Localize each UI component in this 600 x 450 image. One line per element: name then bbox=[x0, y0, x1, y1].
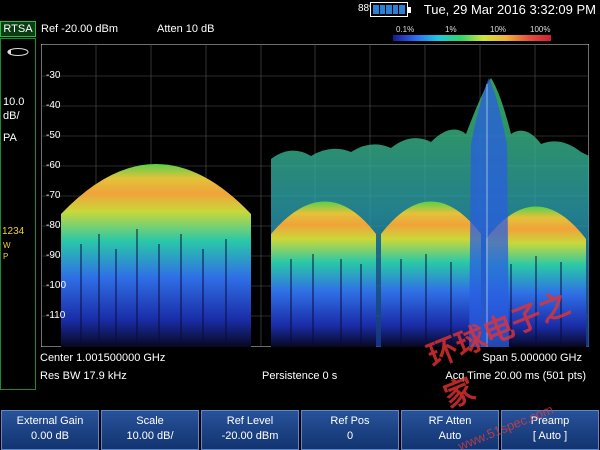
softkey-value: 0 bbox=[346, 430, 354, 442]
scale-value: 10.0 bbox=[3, 96, 25, 108]
softkey-title: Scale bbox=[136, 415, 164, 427]
softkey-title: RF Atten bbox=[428, 415, 472, 427]
trace-list: 1234 bbox=[2, 226, 25, 237]
legend-label: 100% bbox=[530, 25, 551, 34]
legend-label: 1% bbox=[445, 25, 457, 34]
left-panel: 10.0 dB/ PA 1234 W P bbox=[0, 38, 36, 390]
softkey-title: Ref Pos bbox=[330, 415, 370, 427]
res-bw-readout: Res BW 17.9 kHz bbox=[40, 370, 127, 382]
y-tick-label: -30 bbox=[46, 70, 61, 81]
status-bar: 88% Tue, 29 Mar 2016 3:32:09 PM bbox=[0, 0, 600, 20]
battery-icon bbox=[370, 2, 411, 17]
mode-tab[interactable]: RTSA bbox=[0, 21, 36, 37]
atten-readout: Atten 10 dB bbox=[157, 23, 215, 35]
y-tick-label: -110 bbox=[46, 310, 66, 321]
detector-label: PA bbox=[3, 132, 17, 144]
y-tick-label: -40 bbox=[46, 100, 61, 111]
datetime: Tue, 29 Mar 2016 3:32:09 PM bbox=[423, 2, 596, 17]
ref-level-readout: Ref -20.00 dBm bbox=[41, 23, 119, 35]
center-frequency: Center 1.001500000 GHz bbox=[40, 352, 166, 364]
softkey-title: External Gain bbox=[16, 415, 84, 427]
persistence-color-bar bbox=[393, 35, 551, 41]
main-lobe-2 bbox=[271, 201, 376, 347]
softkey-ref-level[interactable]: Ref Level -20.00 dBm bbox=[201, 410, 299, 450]
softkey-value: [ Auto ] bbox=[532, 430, 568, 442]
y-tick-label: -70 bbox=[46, 190, 61, 201]
y-tick-label: -60 bbox=[46, 160, 61, 171]
softkey-title: Ref Level bbox=[226, 415, 274, 427]
y-tick-label: -50 bbox=[46, 130, 61, 141]
persistence-readout: Persistence 0 s bbox=[262, 370, 338, 382]
softkey-ref-pos[interactable]: Ref Pos 0 bbox=[301, 410, 399, 450]
y-tick-label: -90 bbox=[46, 250, 61, 261]
trace-mode-line1: W bbox=[3, 241, 11, 250]
legend-label: 0.1% bbox=[396, 25, 415, 34]
softkey-value: 10.00 dB/ bbox=[126, 430, 174, 442]
y-tick-label: -80 bbox=[46, 220, 61, 231]
softkey-external-gain[interactable]: External Gain 0.00 dB bbox=[1, 410, 99, 450]
trace-mode-line2: P bbox=[3, 252, 9, 261]
ref-level-icon bbox=[7, 48, 29, 56]
softkey-value: -20.00 dBm bbox=[221, 430, 279, 442]
y-tick-label: -100 bbox=[46, 280, 67, 291]
scale-readout: 10.0 dB/ bbox=[3, 95, 24, 123]
legend-label: 10% bbox=[490, 25, 507, 34]
scale-unit: dB/ bbox=[3, 110, 20, 122]
trace-indicators: 1234 bbox=[2, 226, 24, 237]
persistence-legend-labels: 0.1% 1% 10% 100% bbox=[390, 25, 554, 35]
softkey-scale[interactable]: Scale 10.00 dB/ bbox=[101, 410, 199, 450]
softkey-value: 0.00 dB bbox=[31, 430, 69, 442]
trace-mode: W P bbox=[3, 240, 11, 262]
main-lobe-1 bbox=[61, 164, 251, 347]
